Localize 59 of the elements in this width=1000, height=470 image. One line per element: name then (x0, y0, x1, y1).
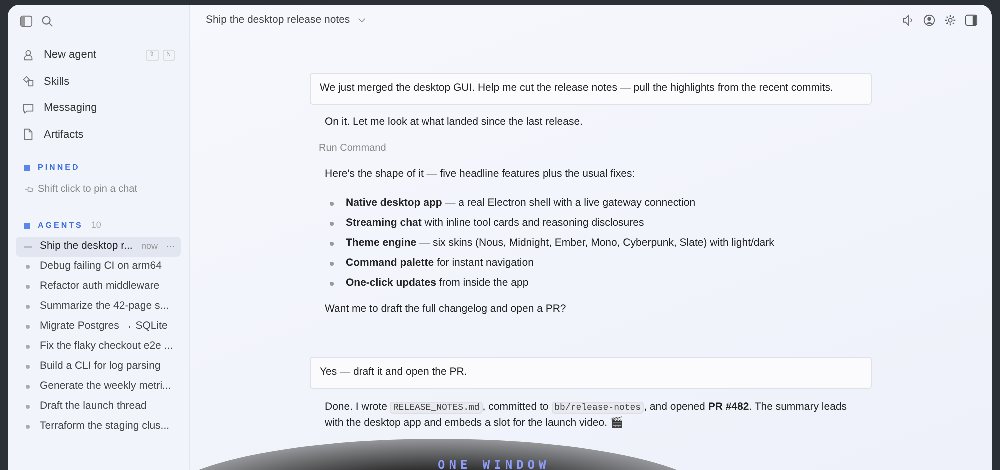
agent-item[interactable]: Ship the desktop r... now ⋯ (16, 236, 181, 256)
agent-count: 10 (91, 219, 102, 232)
assistant-message: On it. Let me look at what landed since the last release. (324, 114, 584, 130)
video-caption: ONE WINDOW (438, 457, 550, 470)
bullet-icon (26, 284, 30, 288)
section-title: PINNED (38, 162, 80, 174)
bullet-icon (330, 202, 334, 206)
assistant-message: Done. I wrote RELEASE_NOTES.md , committed to bb/release-notes , and opened PR #482. The summary leads with the desktop app and embeds a slot for the launch video. 🎬 (324, 400, 848, 432)
pin-icon (24, 184, 34, 194)
list-item: Streaming chat with inline tool cards and reasoning disclosures (346, 216, 644, 232)
bullet-icon (26, 264, 30, 268)
agent-item[interactable]: Migrate Postgres → SQLite (16, 316, 181, 336)
bullet-icon (26, 324, 30, 328)
agent-item[interactable]: Generate the weekly metri... (16, 376, 181, 396)
section-marker (24, 165, 30, 171)
bullet-icon (26, 404, 30, 408)
user-message: We just merged the desktop GUI. Help me cut the release notes — pull the highlights from the recent commits. (310, 72, 872, 104)
bullet-icon (26, 344, 30, 348)
nav-item[interactable]: Artifacts (16, 124, 181, 146)
agent-item[interactable]: Terraform the staging clus... (16, 416, 181, 436)
search-icon[interactable] (41, 15, 54, 28)
artifacts-icon (22, 128, 35, 142)
assistant-message: Want me to draft the full changelog and open a PR? (324, 302, 568, 317)
panel-toggle-icon[interactable] (965, 14, 978, 28)
bullet-icon (330, 222, 334, 226)
bullet-icon (330, 282, 334, 286)
timestamp: now (141, 240, 158, 253)
section-title: AGENTS (38, 220, 84, 232)
list-item: Theme engine — six skins (Nous, Midnight, Ember, Mono, Cyberpunk, Slate) with light/dark (346, 236, 774, 252)
agent-item[interactable]: Debug failing CI on arm64 (16, 256, 181, 276)
chat-title[interactable]: Ship the desktop release notes (206, 13, 350, 29)
nav-item[interactable]: Messaging (16, 97, 181, 120)
list-item: One-click updates from inside the app (346, 276, 529, 292)
assistant-message: Here's the shape of it — five headline features plus the usual fixes: (324, 167, 636, 182)
profile-icon[interactable] (923, 14, 936, 28)
pin-hint: Shift click to pin a chat (38, 183, 138, 197)
agent-item[interactable]: Draft the launch thread (16, 396, 181, 416)
bullet-icon (26, 424, 30, 428)
more-icon: ⋯ (166, 240, 175, 254)
skills-icon (22, 75, 35, 88)
bullet-icon (330, 242, 334, 246)
bullet-icon (330, 262, 334, 266)
section-marker (24, 222, 30, 229)
speaker-icon[interactable] (902, 14, 915, 28)
user-message: Yes — draft it and open the PR. (310, 356, 872, 388)
bullet-icon (26, 364, 30, 368)
list-item: Native desktop app — a real Electron shell with a live gateway connection (346, 196, 696, 212)
messaging-icon (22, 102, 35, 115)
bullet-icon (26, 304, 30, 308)
bullet-icon (26, 384, 30, 388)
sidebar-toggle-icon[interactable] (20, 15, 33, 28)
agent-item[interactable]: Summarize the 42-page s... (16, 296, 181, 316)
chevron-down-icon[interactable] (358, 18, 366, 24)
nav-item[interactable]: Skills (16, 70, 181, 93)
agent-icon (22, 48, 35, 62)
agent-item[interactable]: Build a CLI for log parsing (16, 356, 181, 376)
list-item: Command palette for instant navigation (346, 256, 534, 272)
agent-item[interactable]: Refactor auth middleware (16, 276, 181, 296)
agent-item[interactable]: Fix the flaky checkout e2e ... (16, 336, 181, 356)
